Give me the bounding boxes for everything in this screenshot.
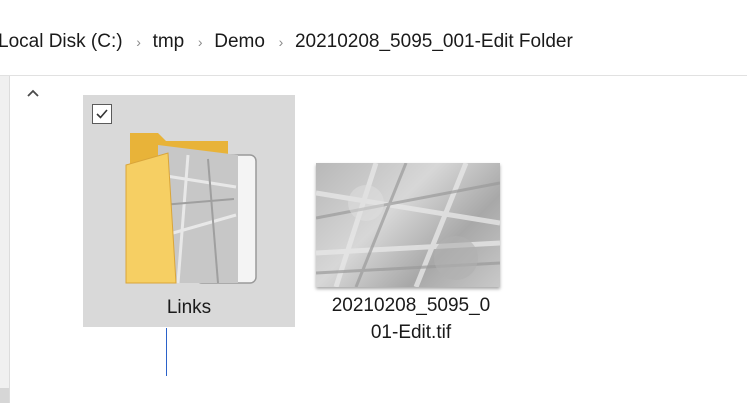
checkmark-icon <box>96 109 108 119</box>
breadcrumb-item-local-disk[interactable]: Local Disk (C:) <box>0 31 123 53</box>
item-label-line-1: 20210208_5095_0 <box>331 295 491 316</box>
item-label: Links <box>166 297 212 318</box>
address-bar[interactable]: Local Disk (C:) › tmp › Demo › 20210208_… <box>0 0 747 76</box>
chevron-right-icon[interactable]: › <box>123 34 155 50</box>
navigation-pane-edge <box>0 76 10 403</box>
chevron-right-icon[interactable]: › <box>265 34 297 50</box>
chevron-right-icon[interactable]: › <box>184 34 216 50</box>
image-thumbnail <box>316 163 500 287</box>
breadcrumb-item-tmp[interactable]: tmp <box>153 31 185 53</box>
scroll-up-icon[interactable] <box>24 84 42 102</box>
item-label-line-2: 01-Edit.tif <box>370 322 452 343</box>
item-checkbox[interactable] <box>92 104 112 124</box>
navigation-pane-scrollbar[interactable] <box>0 388 9 403</box>
folder-icon <box>125 133 257 284</box>
breadcrumb-item-demo[interactable]: Demo <box>214 31 265 53</box>
file-item-links-folder[interactable]: Links <box>83 95 295 327</box>
drag-insertion-line <box>166 328 167 376</box>
file-item-tif-image[interactable]: 20210208_5095_0 01-Edit.tif <box>305 160 517 360</box>
breadcrumb: Local Disk (C:) › tmp › Demo › 20210208_… <box>0 22 573 62</box>
breadcrumb-item-current-folder[interactable]: 20210208_5095_001-Edit Folder <box>295 31 573 53</box>
